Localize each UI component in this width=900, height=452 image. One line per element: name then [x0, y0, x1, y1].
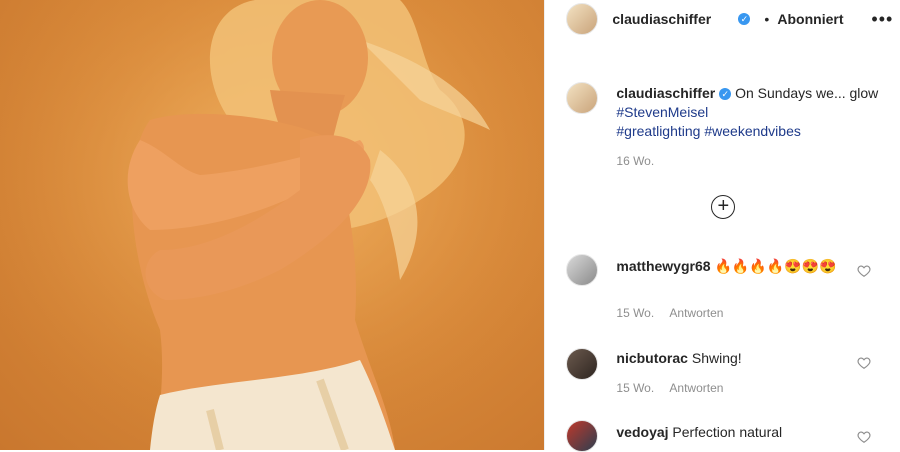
hashtag-link[interactable]: #weekendvibes [704, 123, 801, 139]
comment-avatar[interactable] [566, 348, 599, 380]
comment-text: Perfection natural [672, 424, 783, 440]
hashtag-link[interactable]: #greatlighting [616, 123, 700, 139]
verified-badge-icon: ✓ [738, 13, 751, 25]
comment-timestamp[interactable]: 15 Wo. [616, 306, 654, 320]
comment: nicbutorac Shwing! [616, 348, 856, 368]
author-username[interactable]: claudiaschiffer [612, 11, 711, 27]
comment-avatar[interactable] [566, 420, 599, 452]
more-options-icon[interactable]: ••• [871, 9, 893, 30]
post-photo[interactable] [0, 0, 545, 450]
caption-author-avatar[interactable] [566, 82, 599, 114]
photo-illustration [0, 0, 545, 450]
post-caption: claudiaschiffer ✓ On Sundays we... glow #… [616, 84, 886, 141]
instagram-post: claudiaschiffer ✓ • Abonniert ••• claudi… [0, 0, 900, 452]
caption-text: On Sundays we... glow [735, 85, 879, 101]
comment: matthewygr68 🔥🔥🔥🔥😍😍😍 [616, 256, 856, 276]
comment-timestamp[interactable]: 15 Wo. [616, 381, 654, 395]
comment-avatar[interactable] [566, 254, 599, 286]
heart-icon[interactable] [857, 356, 871, 370]
reply-button[interactable]: Antworten [669, 381, 723, 395]
post-header: claudiaschiffer ✓ • Abonniert ••• [545, 0, 900, 38]
reply-button[interactable]: Antworten [669, 306, 723, 320]
follow-status-button[interactable]: Abonniert [777, 11, 843, 27]
header-separator: • [764, 11, 770, 27]
comment-username[interactable]: nicbutorac [616, 350, 688, 366]
caption-username[interactable]: claudiaschiffer [616, 85, 715, 101]
hashtag-link[interactable]: #StevenMeisel [616, 104, 708, 120]
comment: vedoyaj Perfection natural [616, 422, 856, 442]
verified-badge-icon: ✓ [719, 88, 732, 100]
comment-username[interactable]: matthewygr68 [616, 258, 710, 274]
comment-text: Shwing! [691, 350, 742, 366]
caption-timestamp[interactable]: 16 Wo. [616, 154, 654, 168]
heart-icon[interactable] [857, 430, 871, 444]
post-side-panel: claudiaschiffer ✓ • Abonniert ••• claudi… [544, 0, 900, 452]
comment-username[interactable]: vedoyaj [616, 424, 668, 440]
author-avatar[interactable] [566, 3, 599, 35]
heart-icon[interactable] [857, 264, 871, 278]
plus-circle-icon[interactable]: + [711, 195, 736, 219]
comment-text: 🔥🔥🔥🔥😍😍😍 [714, 258, 837, 274]
